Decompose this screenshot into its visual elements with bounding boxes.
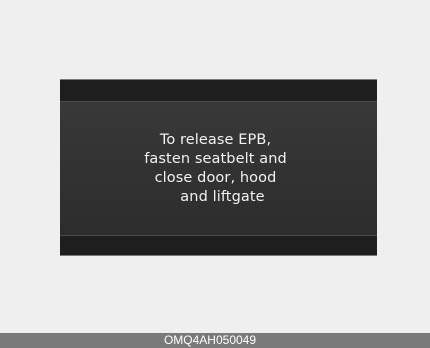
message-line-2: fasten seatbelt and (144, 151, 287, 167)
image-code-bar: OMQ4AH050049 (0, 333, 430, 348)
message-line-1: To release EPB, (159, 132, 272, 148)
cluster-display: To release EPB, fasten seatbelt and clos… (60, 79, 377, 256)
message-area: To release EPB, fasten seatbelt and clos… (60, 102, 377, 236)
epb-warning-message: To release EPB, fasten seatbelt and clos… (144, 131, 287, 207)
display-bottom-bar (60, 235, 377, 255)
message-line-3: close door, hood (154, 170, 277, 186)
image-code-label: OMQ4AH050049 (163, 333, 257, 347)
message-line-4: and liftgate (180, 189, 265, 205)
display-top-bar (60, 80, 377, 102)
